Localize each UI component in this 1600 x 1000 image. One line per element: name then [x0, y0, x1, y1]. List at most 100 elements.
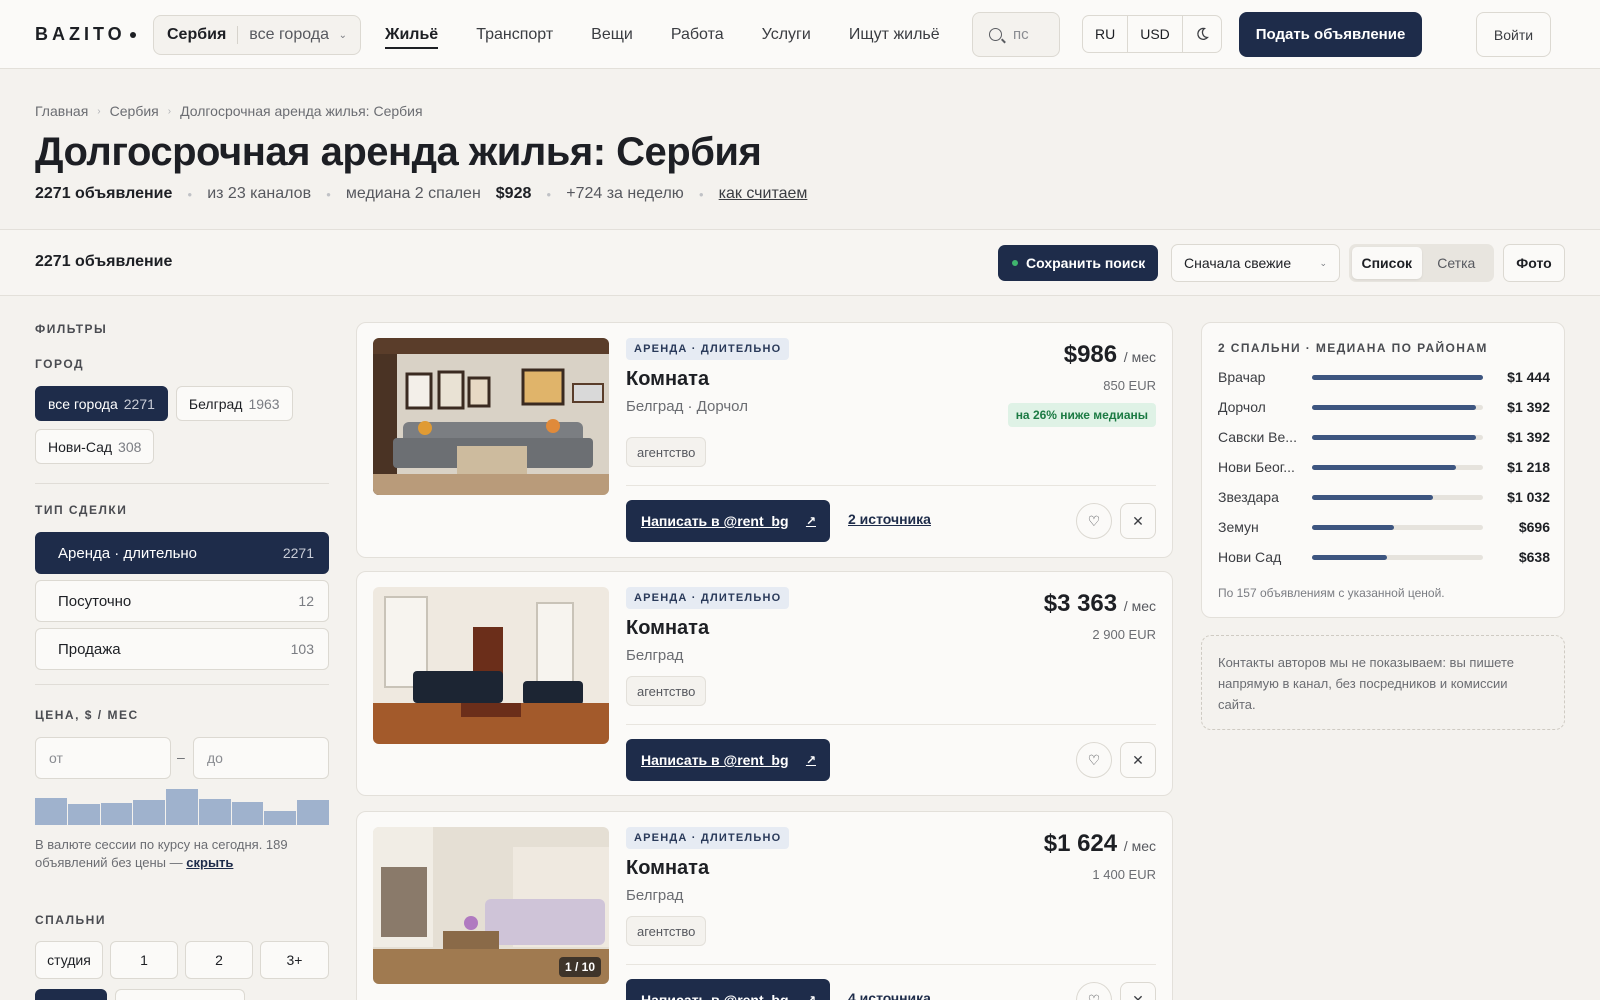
bedrooms-studio[interactable]: студия — [35, 941, 103, 979]
write-to-channel-button[interactable]: Написать в @rent_bg ↗ — [626, 500, 830, 542]
sources-link[interactable]: 4 источника — [848, 990, 931, 1000]
district-row[interactable]: Звездара $1 032 — [1218, 487, 1550, 507]
listing-photo[interactable]: 1 / 10 — [373, 827, 609, 984]
district-value: $1 392 — [1507, 429, 1550, 445]
city-chip-belgrade[interactable]: Белград 1963 — [175, 386, 293, 421]
listing-photo[interactable] — [373, 338, 609, 495]
deal-sale[interactable]: Продажа 103 — [35, 628, 329, 670]
write-to-channel-button[interactable]: Написать в @rent_bg ↗ — [626, 739, 830, 781]
agency-badge: агентство — [626, 437, 707, 467]
language-toggle[interactable]: RU — [1083, 16, 1129, 52]
price-from-input[interactable]: от — [35, 737, 171, 779]
page-title: Долгосрочная аренда жилья: Сербия — [35, 130, 762, 174]
heart-icon[interactable]: ♡ — [1076, 503, 1112, 539]
hide-no-price-link[interactable]: скрыть — [186, 855, 233, 870]
currency-toggle[interactable]: USD — [1128, 16, 1183, 52]
listing-card[interactable]: АРЕНДА · ДЛИТЕЛЬНО Комната Белград · Дор… — [356, 322, 1173, 558]
listing-price-eur: 1 400 EUR — [1092, 867, 1156, 882]
filter-option-partial[interactable] — [35, 989, 107, 1000]
listing-title[interactable]: Комната — [626, 368, 709, 391]
bedrooms-1[interactable]: 1 — [110, 941, 178, 979]
histogram-bar — [133, 800, 166, 825]
listing-card[interactable]: 1 / 10 АРЕНДА · ДЛИТЕЛЬНО Комната Белгра… — [356, 811, 1173, 1000]
district-bar — [1312, 554, 1388, 560]
sort-select[interactable]: Сначала свежие ⌄ — [1171, 244, 1340, 282]
listing-tag: АРЕНДА · ДЛИТЕЛЬНО — [626, 587, 790, 609]
district-row[interactable]: Дорчол $1 392 — [1218, 397, 1550, 417]
search-input[interactable]: пс — [972, 12, 1060, 57]
chevron-down-icon: ⌄ — [338, 29, 347, 41]
price-title: ЦЕНА, $ / МЕС — [35, 708, 139, 722]
listing-title[interactable]: Комната — [626, 857, 709, 880]
bedrooms-3plus[interactable]: 3+ — [260, 941, 329, 979]
listing-title[interactable]: Комната — [626, 617, 709, 640]
price-to-input[interactable]: до — [193, 737, 329, 779]
agency-badge: агентство — [626, 916, 707, 946]
login-button[interactable]: Войти — [1476, 12, 1551, 57]
nav-housing[interactable]: Жильё — [385, 0, 439, 69]
district-bar-track — [1312, 374, 1483, 380]
nav-things[interactable]: Вещи — [591, 0, 633, 69]
city-label: все города — [249, 26, 330, 43]
nav-services[interactable]: Услуги — [762, 0, 811, 69]
search-placeholder: пс — [1013, 26, 1029, 43]
district-bar-track — [1312, 554, 1483, 560]
close-icon[interactable]: ✕ — [1120, 503, 1156, 539]
external-link-icon: ↗ — [805, 993, 816, 1000]
view-grid-button[interactable]: Сетка — [1422, 247, 1492, 279]
close-icon[interactable]: ✕ — [1120, 982, 1156, 1000]
heart-icon[interactable]: ♡ — [1076, 982, 1112, 1000]
status-dot-icon — [1012, 260, 1018, 266]
close-icon[interactable]: ✕ — [1120, 742, 1156, 778]
median-value: $928 — [495, 185, 532, 202]
search-icon — [989, 28, 1002, 41]
bedrooms-2[interactable]: 2 — [185, 941, 253, 979]
city-chip-novi-sad[interactable]: Нови-Сад 308 — [35, 429, 155, 464]
filters-title: ФИЛЬТРЫ — [35, 322, 108, 336]
district-row[interactable]: Врачар $1 444 — [1218, 367, 1550, 387]
city-chip-all[interactable]: все города 2271 — [35, 386, 168, 421]
median-label: медиана 2 спален — [345, 185, 481, 202]
breadcrumb-home[interactable]: Главная — [35, 103, 88, 119]
nav-jobs[interactable]: Работа — [671, 0, 724, 69]
photo-view-button[interactable]: Фото — [1503, 244, 1565, 282]
results-count: 2271 объявление — [35, 253, 173, 270]
listing-price-eur: 2 900 EUR — [1092, 627, 1156, 642]
district-bar — [1312, 434, 1477, 440]
channels-count: из 23 каналов — [207, 185, 312, 202]
post-ad-button[interactable]: Подать объявление — [1239, 12, 1422, 57]
deal-long-term[interactable]: Аренда · длительно 2271 — [35, 532, 329, 574]
write-to-channel-button[interactable]: Написать в @rent_bg ↗ — [626, 979, 830, 1000]
view-switcher: Список Сетка — [1349, 244, 1494, 282]
district-row[interactable]: Земун $696 — [1218, 517, 1550, 537]
how-we-count-link[interactable]: как считаем — [719, 185, 808, 203]
histogram-bar — [297, 800, 330, 825]
histogram-bar — [35, 798, 67, 825]
district-row[interactable]: Нови Беог... $1 218 — [1218, 457, 1550, 477]
filter-option-partial[interactable] — [115, 989, 245, 1000]
deal-daily[interactable]: Посуточно 12 — [35, 580, 329, 622]
district-name: Нови Беог... — [1218, 459, 1295, 475]
histogram-bar — [166, 789, 198, 825]
view-list-button[interactable]: Список — [1352, 247, 1422, 279]
nav-transport[interactable]: Транспорт — [476, 0, 553, 69]
listing-photo[interactable] — [373, 587, 609, 744]
save-search-button[interactable]: Сохранить поиск — [998, 245, 1158, 281]
histogram-bar — [67, 804, 100, 825]
country-label: Сербия — [167, 26, 227, 43]
district-value: $1 032 — [1507, 489, 1550, 505]
heart-icon[interactable]: ♡ — [1076, 742, 1112, 778]
listing-card[interactable]: АРЕНДА · ДЛИТЕЛЬНО Комната Белград агент… — [356, 571, 1173, 796]
district-row[interactable]: Нови Сад $638 — [1218, 547, 1550, 567]
listing-tag: АРЕНДА · ДЛИТЕЛЬНО — [626, 827, 790, 849]
listing-area: Белград — [626, 887, 684, 904]
location-selector[interactable]: Сербия все города ⌄ — [153, 15, 361, 55]
moon-icon[interactable] — [1183, 16, 1221, 52]
results-toolbar: 2271 объявление Сохранить поиск Сначала … — [0, 229, 1600, 296]
nav-seeking-housing[interactable]: Ищут жильё — [849, 0, 940, 69]
logo[interactable]: BAZITO — [35, 24, 136, 45]
district-row[interactable]: Савски Ве... $1 392 — [1218, 427, 1550, 447]
breadcrumb-country[interactable]: Сербия — [110, 103, 159, 119]
sources-link[interactable]: 2 источника — [848, 511, 931, 527]
district-name: Земун — [1218, 519, 1259, 535]
